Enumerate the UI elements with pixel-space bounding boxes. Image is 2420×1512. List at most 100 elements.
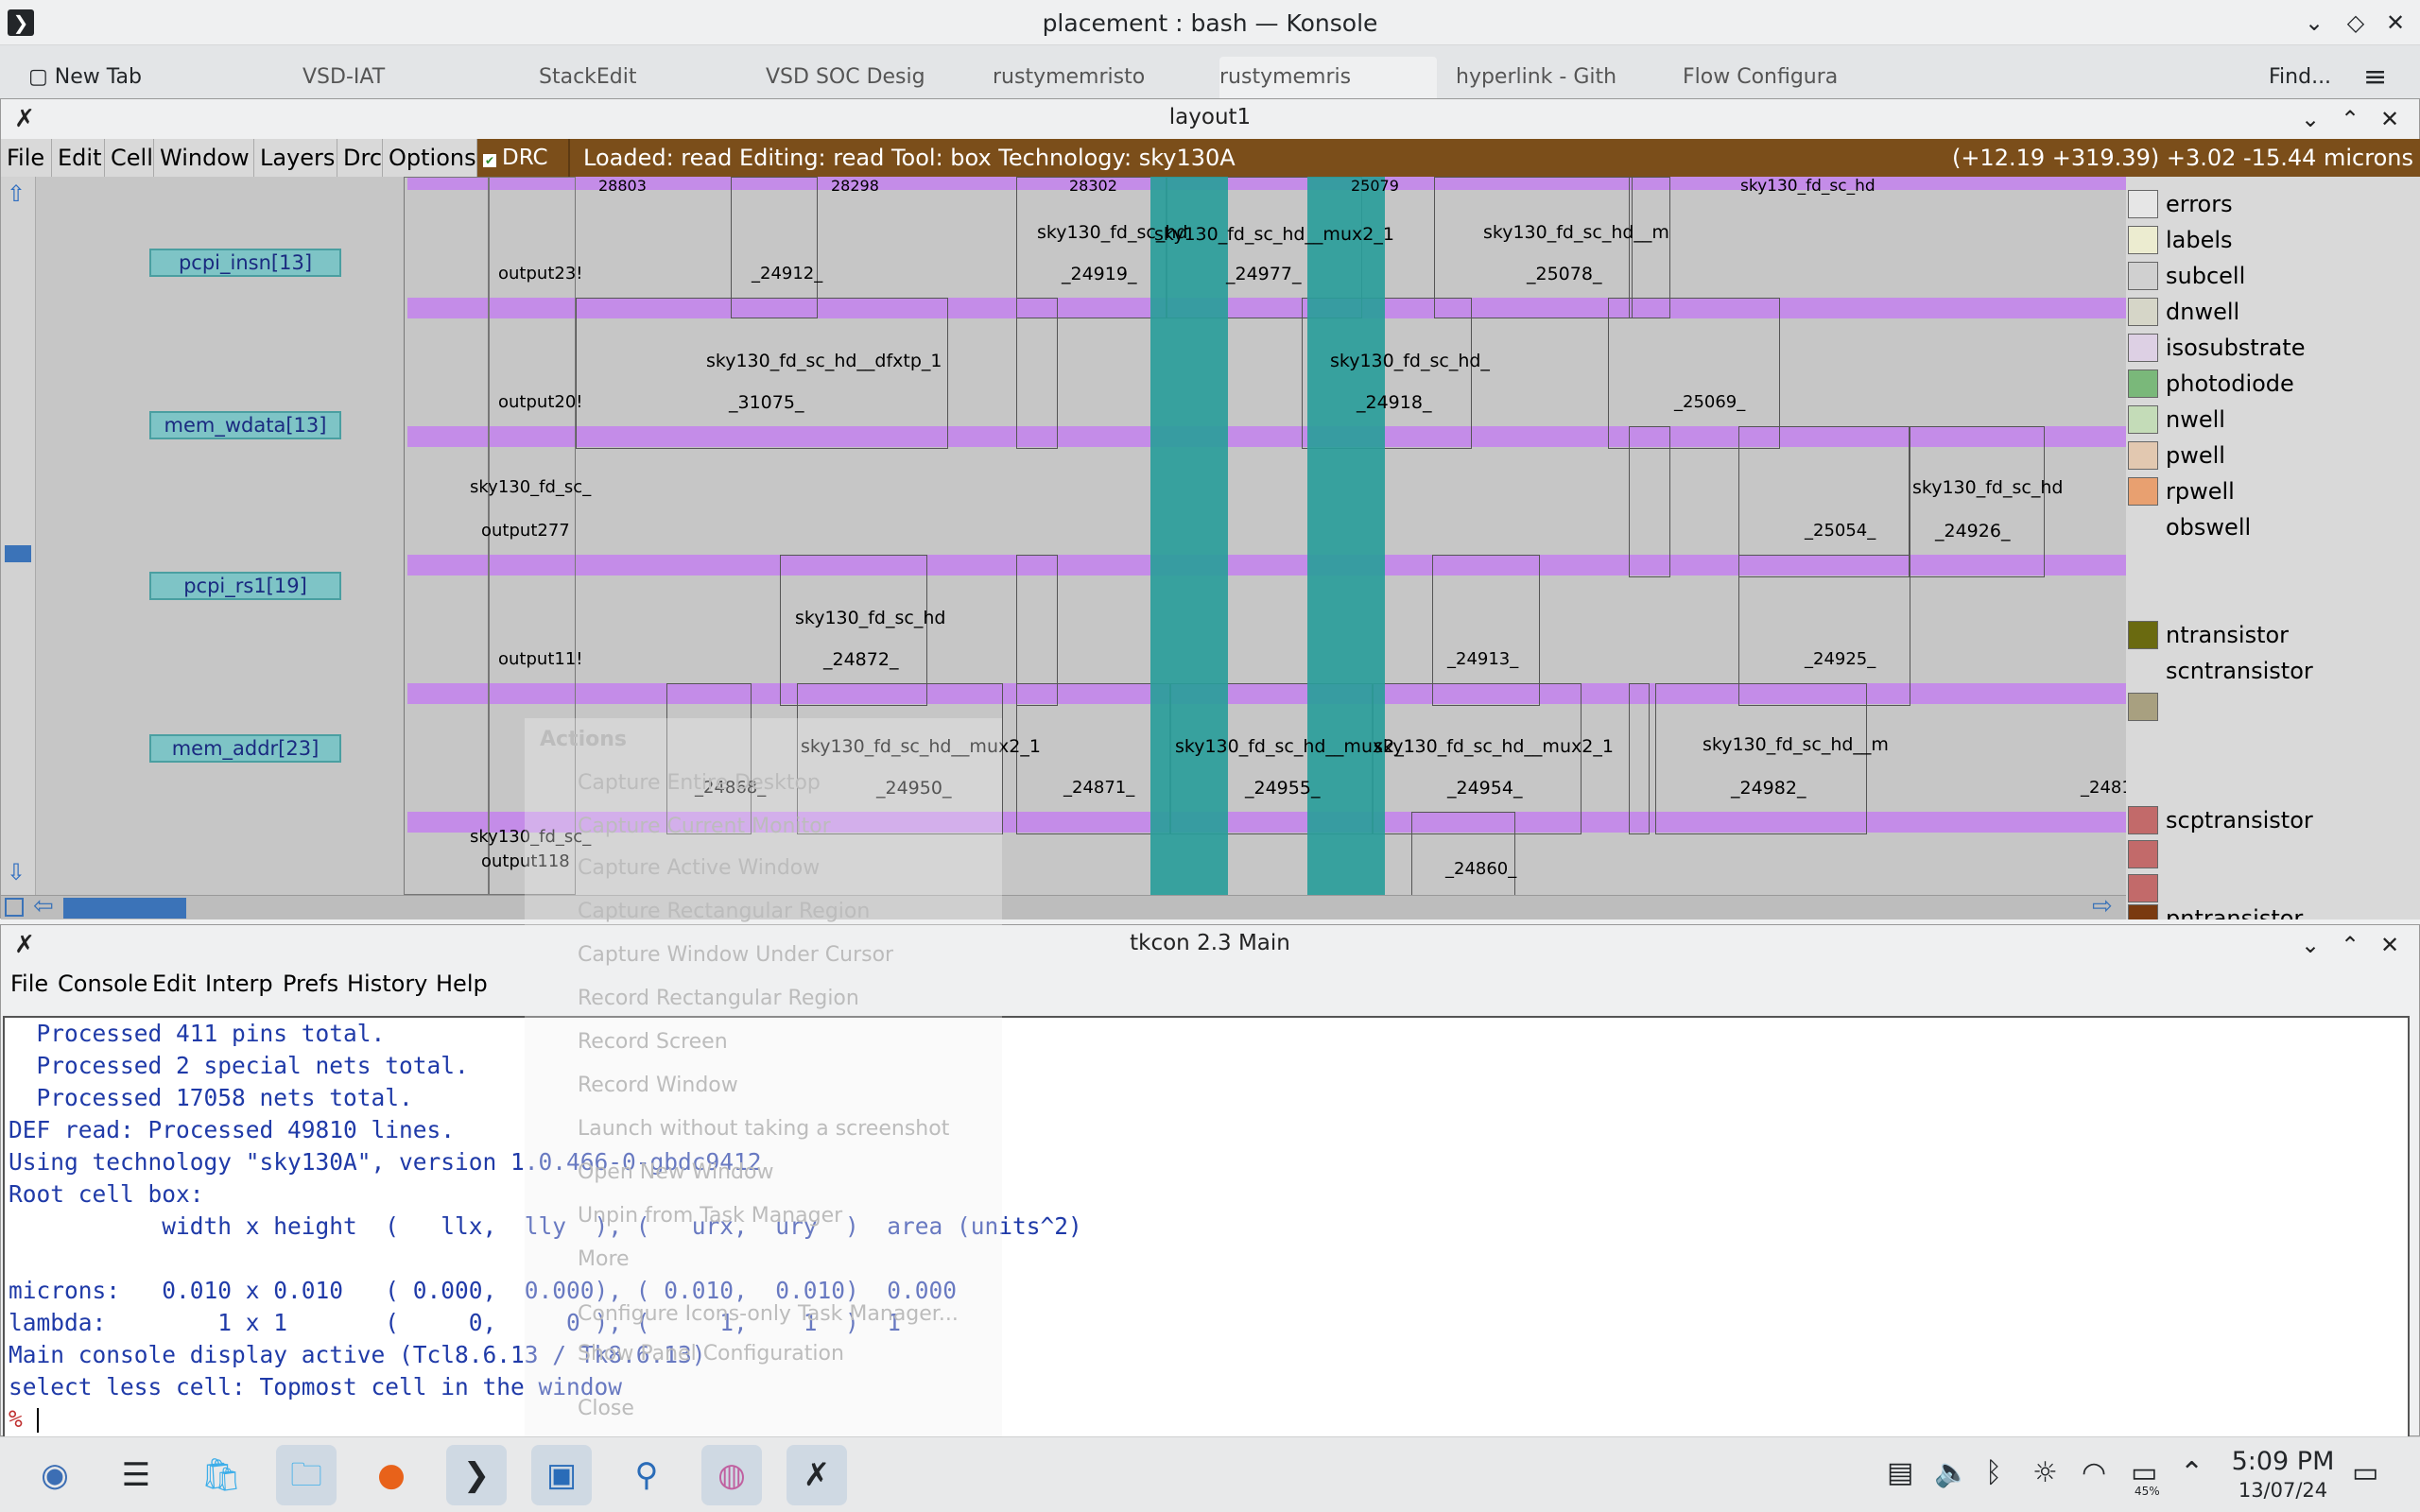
wifi-icon[interactable]: ◠: [2082, 1456, 2106, 1489]
tab-rustymemris-active[interactable]: rustymemris: [1219, 57, 1437, 98]
console-output[interactable]: Processed 411 pins total. Processed 2 sp…: [3, 1016, 2410, 1439]
app-icon[interactable]: ◍: [701, 1445, 762, 1505]
scroll-left-icon[interactable]: ⇦: [33, 892, 54, 920]
menu-cell[interactable]: Cell: [105, 139, 154, 177]
tab-stackedit[interactable]: StackEdit: [539, 57, 690, 98]
cell-instance-label: _24918_: [1357, 392, 1432, 413]
drc-check-icon: ✔: [483, 154, 496, 167]
brightness-icon[interactable]: ☼: [2032, 1456, 2058, 1489]
pin-label[interactable]: mem_wdata[13]: [149, 411, 341, 439]
tkcon-minimize-button[interactable]: ⌄: [2296, 931, 2325, 959]
konsole-icon[interactable]: ❯: [446, 1445, 507, 1505]
std-cell[interactable]: [1655, 683, 1867, 834]
tab-new-tab[interactable]: ▢ New Tab: [28, 57, 151, 98]
cell-instance-label: _24919_: [1062, 264, 1137, 284]
volume-icon[interactable]: 🔈: [1934, 1456, 1969, 1489]
layer-swatch: [2128, 298, 2158, 326]
std-cell[interactable]: [1016, 683, 1171, 834]
cell-instance-label: output23!: [498, 264, 583, 284]
clock-time[interactable]: 5:09 PM: [2221, 1447, 2344, 1476]
fedora-launcher-icon[interactable]: ◉: [25, 1445, 85, 1505]
tkcon-close-button[interactable]: ✕: [2376, 931, 2404, 959]
layout-window: ✗ layout1 ⌄ ⌃ ✕ File Edit Cell Window La…: [0, 98, 2420, 920]
scroll-thumb[interactable]: [5, 545, 31, 562]
hamburger-menu-icon[interactable]: ≡: [2363, 57, 2401, 98]
scroll-right-icon[interactable]: ⇨: [2092, 892, 2113, 920]
layout-maximize-button[interactable]: ⌃: [2336, 105, 2364, 133]
tk-menu-history[interactable]: History: [347, 965, 427, 1003]
drc-toggle[interactable]: ✔ DRC: [483, 143, 548, 173]
software-store-icon[interactable]: 🛍: [191, 1445, 251, 1505]
konsole-title: placement : bash — Konsole: [1042, 9, 1378, 37]
horizontal-scrollbar[interactable]: ⇦ ⇨: [1, 892, 2126, 920]
cell-type-label: sky130_fd_sc_hd__m: [1483, 222, 1669, 243]
layer-swatch: [2128, 874, 2158, 902]
tab-vsd-soc[interactable]: VSD SOC Desig: [766, 57, 964, 98]
tk-menu-edit[interactable]: Edit: [152, 965, 196, 1003]
std-cell[interactable]: [1909, 426, 2045, 577]
std-cell[interactable]: [1411, 812, 1515, 895]
menu-edit[interactable]: Edit: [52, 139, 105, 177]
menu-file[interactable]: File: [1, 139, 52, 177]
layout-close-button[interactable]: ✕: [2376, 105, 2404, 133]
std-cell[interactable]: [1016, 298, 1058, 449]
zoom-box-icon[interactable]: [5, 898, 24, 917]
bluetooth-icon[interactable]: ᛒ: [1985, 1456, 2002, 1489]
menu-drc[interactable]: Drc: [337, 139, 383, 177]
tab-rustymemristo[interactable]: rustymemristo: [993, 57, 1191, 98]
console-line: Root cell box:: [9, 1180, 204, 1208]
pin-label[interactable]: pcpi_insn[13]: [149, 249, 341, 277]
clock-date[interactable]: 13/07/24: [2221, 1479, 2344, 1502]
battery-icon[interactable]: ▭ 45%: [2131, 1456, 2160, 1498]
expand-tray-icon[interactable]: ⌃: [2180, 1456, 2204, 1489]
tab-flow-config[interactable]: Flow Configura: [1683, 57, 1891, 98]
console-line: Processed 411 pins total.: [9, 1020, 386, 1047]
layout-minimize-button[interactable]: ⌄: [2296, 105, 2325, 133]
tk-menu-prefs[interactable]: Prefs: [283, 965, 338, 1003]
menu-options[interactable]: Options: [383, 139, 477, 177]
close-button[interactable]: ✕: [2380, 8, 2411, 38]
tk-menu-console[interactable]: Console: [58, 965, 147, 1003]
text-cursor: [36, 1408, 39, 1433]
cell-instance-label: _24913_: [1447, 649, 1519, 669]
cell-type-label: sky130_fd_sc_hd: [795, 608, 946, 628]
clipboard-icon[interactable]: ▤: [1887, 1456, 1913, 1489]
tk-menu-interp[interactable]: Interp: [205, 965, 273, 1003]
tab-hyperlink[interactable]: hyperlink - Gith: [1456, 57, 1654, 98]
cell-type-label: sky130_fd_sc_hd__m: [1703, 734, 1889, 755]
firefox-icon[interactable]: ●: [361, 1445, 422, 1505]
tab-vsd-iat[interactable]: VSD-IAT: [302, 57, 435, 98]
scroll-down-icon[interactable]: ⇩: [7, 859, 26, 885]
spectacle-icon[interactable]: ▣: [531, 1445, 592, 1505]
show-desktop-icon[interactable]: ▭: [2352, 1456, 2378, 1489]
cell-instance-label: 28302: [1069, 177, 1117, 195]
menu-window[interactable]: Window: [154, 139, 254, 177]
layout-canvas[interactable]: ⇧ ⇩ pcpi_insn[13] mem_wdata[13] pcpi_rs1…: [1, 177, 2126, 895]
pin-label[interactable]: pcpi_rs1[19]: [149, 572, 341, 600]
dolphin-icon[interactable]: ⚲: [616, 1445, 677, 1505]
tk-menu-file[interactable]: File: [10, 965, 48, 1003]
cell-instance-label: output277: [481, 521, 570, 541]
console-prompt[interactable]: %: [9, 1403, 39, 1435]
std-cell[interactable]: [1629, 683, 1650, 834]
scroll-up-icon[interactable]: ⇧: [7, 180, 26, 207]
cell-instance-label: _24912_: [752, 264, 823, 284]
vertical-scrollbar[interactable]: ⇧ ⇩: [1, 177, 36, 895]
ghost-menu-item: Capture Active Window: [578, 856, 821, 880]
std-cell[interactable]: [576, 298, 948, 449]
tkcon-maximize-button[interactable]: ⌃: [2336, 931, 2364, 959]
layout-title: layout1: [1168, 105, 1252, 129]
menu-layers[interactable]: Layers: [254, 139, 337, 177]
tk-menu-help[interactable]: Help: [436, 965, 488, 1003]
ghost-menu-item: Close: [578, 1397, 634, 1420]
system-settings-icon[interactable]: ☰: [106, 1445, 166, 1505]
x11-app-icon[interactable]: ✗: [786, 1445, 847, 1505]
cell-type-label: sky130_fd_sc_hd__dfxtp_1: [706, 351, 942, 371]
maximize-button[interactable]: ◇: [2341, 8, 2371, 38]
std-cell[interactable]: [1629, 426, 1670, 577]
file-manager-icon[interactable]: 🗀: [276, 1445, 337, 1505]
minimize-button[interactable]: ⌄: [2299, 8, 2329, 38]
pin-label[interactable]: mem_addr[23]: [149, 734, 341, 763]
find-button[interactable]: Find...: [2269, 57, 2344, 98]
scroll-thumb[interactable]: [63, 898, 186, 919]
